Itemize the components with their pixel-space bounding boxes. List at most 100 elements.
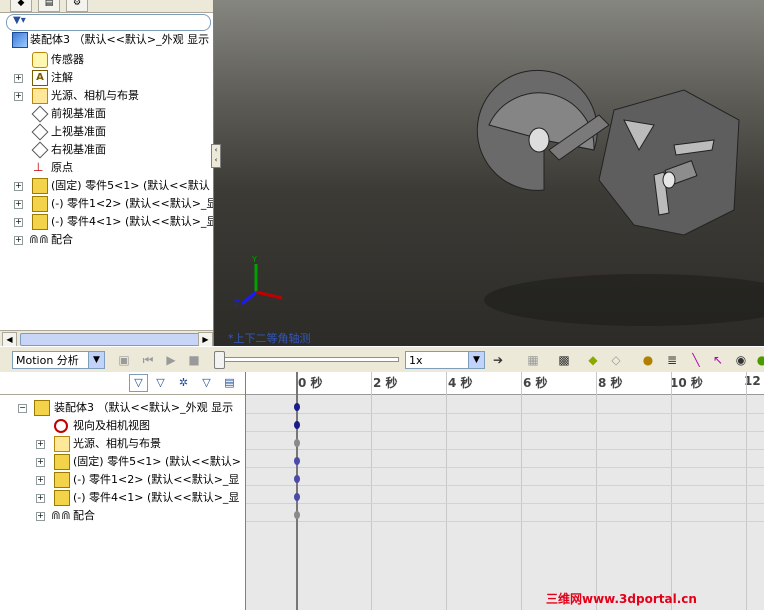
tick-label: 8 秒 <box>598 376 623 390</box>
calculate-icon[interactable]: ▣ <box>116 352 132 368</box>
assembly-icon <box>12 32 28 48</box>
scroll-right-button[interactable]: ▶ <box>198 332 213 346</box>
expand-icon[interactable]: + <box>14 92 23 101</box>
panel-splitter-handle[interactable]: ‹ ‹ <box>211 144 221 168</box>
row-line <box>246 521 764 522</box>
expand-icon[interactable]: + <box>36 440 45 449</box>
expand-icon[interactable]: + <box>14 200 23 209</box>
stop-icon[interactable]: ■ <box>186 352 202 368</box>
part-icon <box>32 196 48 212</box>
motion-tree-item-label: 视向及相机视图 <box>73 419 150 432</box>
spring-icon[interactable]: ≣ <box>664 352 680 368</box>
keyframe-marker[interactable] <box>294 403 300 411</box>
lights-cameras-icon <box>54 436 70 452</box>
grid-line <box>371 372 372 610</box>
expand-icon[interactable]: + <box>14 74 23 83</box>
part-icon <box>54 472 70 488</box>
plane-icon <box>31 141 49 159</box>
feature-manager-tree: ◆ ▤ ⚙ ▼▾ 装配体3 （默认<<默认>_外观 显示 传感器 + A 注解 … <box>0 0 214 346</box>
lights-cameras-icon <box>32 88 48 104</box>
force-icon[interactable]: ↖ <box>710 352 726 368</box>
contact-icon[interactable]: ◉ <box>733 352 749 368</box>
motion-tree-root-label: 装配体3 （默认<<默认>_外观 显示 <box>54 401 234 414</box>
save-animation-icon[interactable]: ▦ <box>525 352 541 368</box>
mates-icon: ⋒⋒ <box>51 508 72 522</box>
configuration-manager-tab[interactable]: ⚙ <box>66 0 88 12</box>
tree-filter-input[interactable]: ▼▾ <box>6 14 211 31</box>
study-type-select[interactable]: Motion 分析 ▼ <box>12 351 105 369</box>
row-line <box>246 503 764 504</box>
expand-icon[interactable]: + <box>36 494 45 503</box>
playback-slider-thumb[interactable] <box>214 351 225 369</box>
grid-line <box>746 372 747 610</box>
filter-icon[interactable]: ▽ <box>129 374 148 392</box>
gravity-icon[interactable]: ● <box>754 352 764 368</box>
tree-item-label: 右视基准面 <box>51 143 106 156</box>
expand-icon[interactable]: + <box>14 218 23 227</box>
filter-results-icon[interactable]: ▤ <box>220 374 239 392</box>
tick-label: 4 秒 <box>448 376 473 390</box>
keyframe-marker[interactable] <box>294 511 300 519</box>
expand-icon[interactable]: + <box>36 458 45 467</box>
tree-item-label: 前视基准面 <box>51 107 106 120</box>
part-icon <box>54 454 70 470</box>
row-line <box>246 485 764 486</box>
expand-icon[interactable]: + <box>36 512 45 521</box>
grid-line <box>596 372 597 610</box>
keyframe-marker[interactable] <box>294 493 300 501</box>
expand-icon[interactable]: + <box>36 476 45 485</box>
keyframe-marker[interactable] <box>294 421 300 429</box>
feature-manager-tab[interactable]: ◆ <box>10 0 32 12</box>
origin-icon: ⊥ <box>33 160 44 174</box>
expand-icon[interactable]: + <box>14 236 23 245</box>
graphics-viewport[interactable]: Y Z *上下二等角轴测 <box>214 0 764 346</box>
playback-mode-icon[interactable]: ➔ <box>490 352 506 368</box>
row-line <box>246 431 764 432</box>
tick-label: 0 秒 <box>298 376 323 390</box>
add-key-icon[interactable]: ◇ <box>608 352 624 368</box>
study-type-value: Motion 分析 <box>16 354 79 367</box>
tree-item-label: (-) 零件1<2> (默认<<默认>_显 <box>51 197 214 210</box>
annotation-icon: A <box>32 70 48 86</box>
playback-speed-value: 1x <box>409 354 423 367</box>
tree-item-label: 原点 <box>51 161 73 174</box>
keyframe-marker[interactable] <box>294 439 300 447</box>
tick-label: 10 秒 <box>670 376 703 390</box>
scroll-thumb[interactable] <box>20 333 202 346</box>
plane-icon <box>31 105 49 123</box>
motion-tree-item-label: (-) 零件1<2> (默认<<默认>_显 <box>73 473 240 486</box>
scroll-left-button[interactable]: ◀ <box>2 332 17 346</box>
part-icon <box>54 490 70 506</box>
row-line <box>246 449 764 450</box>
collapse-icon[interactable]: − <box>18 404 27 413</box>
filter-driving-icon[interactable]: ✲ <box>174 374 193 392</box>
chevron-down-icon: ▼ <box>468 352 484 368</box>
property-manager-tab[interactable]: ▤ <box>38 0 60 12</box>
play-icon[interactable]: ▶ <box>163 352 179 368</box>
part-icon <box>32 178 48 194</box>
autokey-icon[interactable]: ◆ <box>585 352 601 368</box>
row-line <box>246 413 764 414</box>
timeline-ruler[interactable]: 0 秒 2 秒 4 秒 6 秒 8 秒 10 秒 12 <box>246 372 764 395</box>
motor-icon[interactable]: ● <box>640 352 656 368</box>
motion-timeline[interactable]: 0 秒 2 秒 4 秒 6 秒 8 秒 10 秒 12 <box>246 372 764 610</box>
motion-tree-item-label: 配合 <box>73 509 95 522</box>
damper-icon[interactable]: ╲ <box>688 352 704 368</box>
playback-speed-select[interactable]: 1x ▼ <box>405 351 485 369</box>
tree-item-label: 上视基准面 <box>51 125 106 138</box>
playback-slider-track[interactable] <box>222 357 399 362</box>
tree-horizontal-scrollbar[interactable]: ◀ ▶ <box>0 330 213 346</box>
tree-root-label: 装配体3 （默认<<默认>_外观 显示 <box>30 33 210 46</box>
keyframe-marker[interactable] <box>294 457 300 465</box>
play-from-start-icon[interactable]: ⏮ <box>140 352 156 368</box>
tick-label: 2 秒 <box>373 376 398 390</box>
expand-icon[interactable]: + <box>14 182 23 191</box>
site-watermark: 三维网www.3dportal.cn <box>546 592 697 606</box>
keyframe-marker[interactable] <box>294 475 300 483</box>
filter-selected-icon[interactable]: ▽ <box>197 374 216 392</box>
filter-animated-icon[interactable]: ▽ <box>151 374 170 392</box>
grid-line <box>671 372 672 610</box>
motion-manager-tree: ▽ ▽ ✲ ▽ ▤ − 装配体3 （默认<<默认>_外观 显示 视向及相机视图 … <box>0 372 246 610</box>
tree-item-label: 配合 <box>51 233 73 246</box>
animation-wizard-icon[interactable]: ▩ <box>556 352 572 368</box>
